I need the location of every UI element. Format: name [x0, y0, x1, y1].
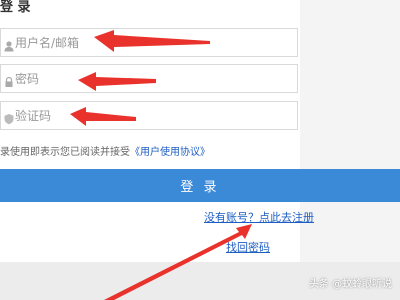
password-input[interactable] — [15, 69, 285, 89]
captcha-field[interactable] — [0, 101, 298, 130]
lock-icon — [3, 73, 15, 87]
password-field[interactable] — [0, 64, 298, 93]
register-link[interactable]: 没有账号？点此去注册 — [204, 209, 314, 225]
user-icon — [3, 37, 15, 52]
captcha-input[interactable] — [15, 106, 285, 126]
login-title: 登 录 — [0, 0, 31, 15]
agreement-text: 录使用即表示您已阅读并接受 — [0, 147, 130, 158]
shield-icon — [3, 110, 15, 125]
user-agreement-link[interactable]: 《用户使用协议》 — [130, 147, 210, 158]
agreement-notice: 录使用即表示您已阅读并接受《用户使用协议》 — [0, 143, 210, 158]
forgot-password-link[interactable]: 找回密码 — [226, 239, 270, 255]
login-button[interactable]: 登 录 — [0, 169, 400, 202]
watermark: 头条 @蚊蛉眼听说 — [308, 279, 392, 290]
login-panel: 登 录 录使用即表示您已阅读并接受《用户使用协议》 — [0, 0, 300, 300]
username-field[interactable] — [0, 28, 298, 57]
username-input[interactable] — [15, 33, 285, 53]
